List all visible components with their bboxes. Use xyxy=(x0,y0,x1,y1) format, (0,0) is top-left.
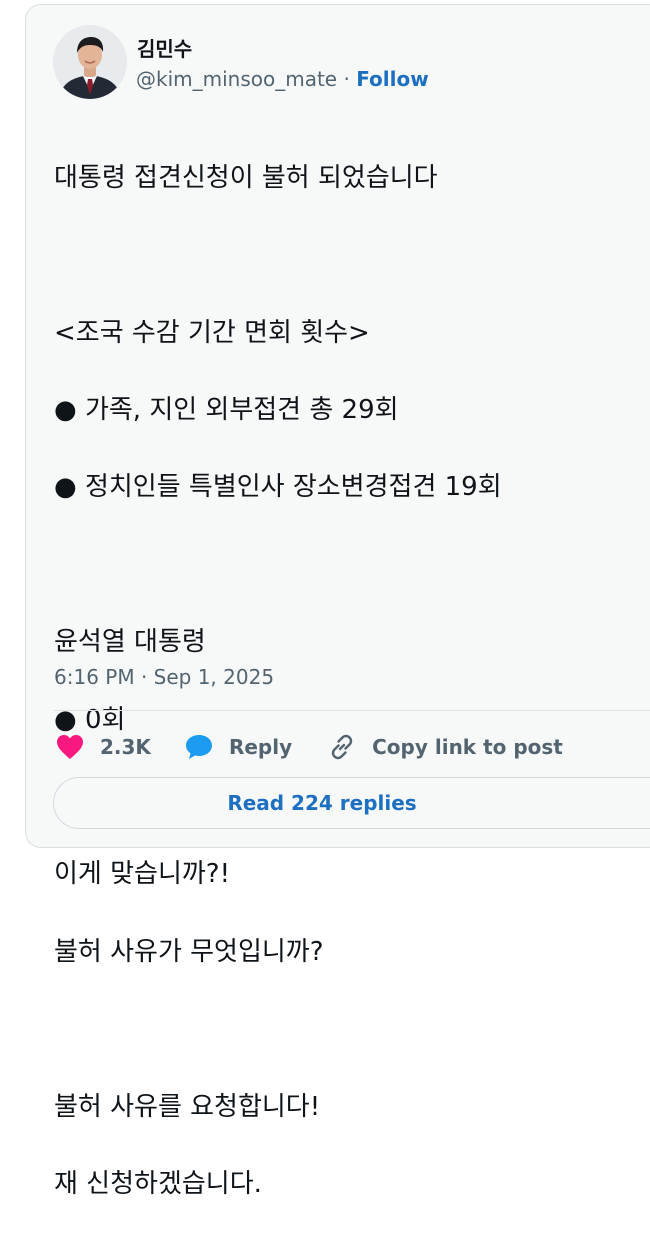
heart-icon xyxy=(57,735,83,759)
post-line xyxy=(54,1010,634,1049)
action-bar: 2.3K Reply Copy link to post xyxy=(56,727,563,767)
copy-link-label: Copy link to post xyxy=(372,735,563,759)
like-button[interactable]: 2.3K xyxy=(56,734,151,760)
post-card: 김민수 @kim_minsoo_mate · Follow 대통령 접견신청이 … xyxy=(25,4,650,1199)
avatar[interactable] xyxy=(53,25,127,99)
handle-separator: · xyxy=(337,67,357,91)
copy-link-button[interactable]: Copy link to post xyxy=(328,733,563,761)
author-handle-row: @kim_minsoo_mate · Follow xyxy=(136,67,429,91)
link-icon xyxy=(331,734,353,760)
reply-button[interactable]: Reply xyxy=(185,734,292,760)
reply-label: Reply xyxy=(228,735,293,759)
post-line: ● 가족, 지인 외부접견 총 29회 xyxy=(54,394,399,425)
post-line xyxy=(54,236,634,275)
divider xyxy=(54,710,650,711)
post-line: 윤석열 대통령 xyxy=(54,627,206,658)
post-line: 불허 사유를 요청합니다! xyxy=(54,1091,321,1122)
avatar-image xyxy=(53,25,127,99)
post-line: 재 신청하겠습니다. xyxy=(54,1168,262,1199)
post-line: 이게 맞습니까?! xyxy=(54,859,231,890)
post-line: 대통령 접견신청이 불허 되었습니다 xyxy=(54,162,438,193)
read-replies-button[interactable]: Read 224 replies xyxy=(53,777,650,829)
post-line: 불허 사유가 무엇입니까? xyxy=(54,936,324,967)
post-timestamp[interactable]: 6:16 PM · Sep 1, 2025 xyxy=(54,665,274,689)
read-replies-label: Read 224 replies xyxy=(227,791,417,815)
author-handle[interactable]: @kim_minsoo_mate xyxy=(136,67,337,91)
like-count: 2.3K xyxy=(100,735,151,759)
post-line: ● 정치인들 특별인사 장소변경접견 19회 xyxy=(54,472,502,503)
author-display-name[interactable]: 김민수 xyxy=(137,33,192,62)
follow-button[interactable]: Follow xyxy=(356,67,429,91)
speech-bubble-icon xyxy=(185,735,212,759)
post-line xyxy=(54,546,634,585)
post-line: <조국 수감 기간 면회 횟수> xyxy=(54,317,370,348)
